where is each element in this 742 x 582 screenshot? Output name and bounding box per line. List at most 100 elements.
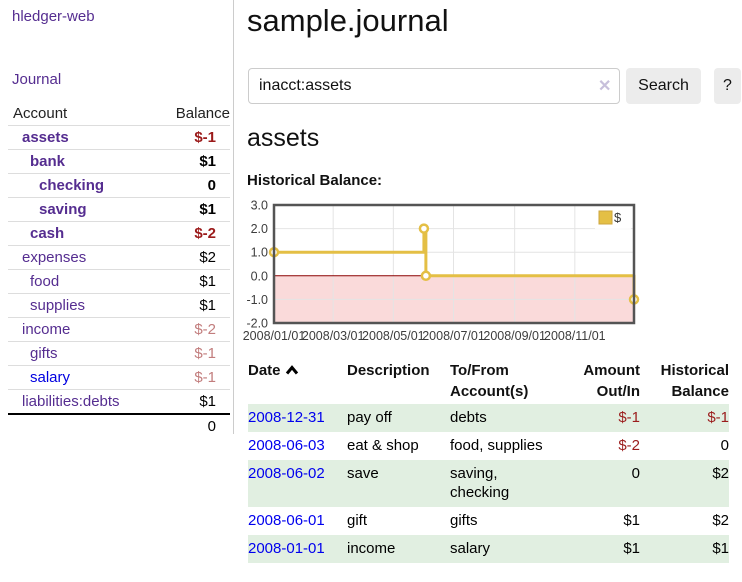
chart-title: Historical Balance: [247, 172, 382, 189]
account-balance: 0 [119, 174, 230, 198]
transaction-balance: 0 [640, 432, 729, 460]
transaction-description: income [347, 535, 450, 563]
register-row: 2008-12-31 pay off debts $-1 $-1 [248, 404, 729, 432]
register-header-row: Date Description To/From Account(s) Amou… [248, 358, 729, 404]
account-balance: $1 [119, 270, 230, 294]
help-button[interactable]: ? [714, 68, 741, 104]
register-row: 2008-01-01 income salary $1 $1 [248, 535, 729, 563]
account-row: liabilities:debts $1 [8, 390, 230, 415]
account-row: assets $-1 [8, 126, 230, 150]
transaction-amount: $1 [560, 507, 640, 535]
account-link[interactable]: saving [39, 201, 87, 218]
account-row: salary $-1 [8, 366, 230, 390]
svg-text:2008/01/01: 2008/01/01 [243, 329, 306, 343]
register-table: Date Description To/From Account(s) Amou… [248, 358, 729, 563]
account-link[interactable]: checking [39, 177, 104, 194]
transaction-date-link[interactable]: 2008-06-02 [248, 465, 325, 482]
column-header-amount: Amount Out/In [560, 358, 640, 404]
account-row: food $1 [8, 270, 230, 294]
transaction-amount: $-1 [560, 404, 640, 432]
account-column-header: Account [8, 102, 119, 126]
svg-text:2008/11/01: 2008/11/01 [544, 329, 606, 343]
account-balance: $-1 [119, 366, 230, 390]
account-link[interactable]: bank [30, 153, 65, 170]
account-row: supplies $1 [8, 294, 230, 318]
account-row: cash $-2 [8, 222, 230, 246]
svg-text:2.0: 2.0 [251, 222, 268, 236]
account-link[interactable]: supplies [30, 297, 85, 314]
account-link[interactable]: gifts [30, 345, 58, 362]
transaction-description: pay off [347, 404, 450, 432]
account-balance: $-1 [119, 342, 230, 366]
transaction-accounts: food, supplies [450, 432, 560, 460]
transaction-balance: $2 [640, 507, 729, 535]
accounts-total-row: 0 [8, 414, 230, 438]
column-header-description: Description [347, 358, 450, 404]
svg-text:$: $ [614, 210, 622, 225]
search-input[interactable] [248, 68, 620, 104]
transaction-amount: 0 [560, 460, 640, 507]
account-balance: $1 [119, 198, 230, 222]
transaction-date-link[interactable]: 2008-12-31 [248, 409, 325, 426]
transaction-accounts: saving, checking [450, 460, 560, 507]
transaction-balance: $-1 [640, 404, 729, 432]
historical-balance-chart: $3.02.01.00.0-1.0-2.02008/01/012008/03/0… [240, 198, 650, 350]
account-row: checking 0 [8, 174, 230, 198]
transaction-date-link[interactable]: 2008-06-01 [248, 512, 325, 529]
account-balance: $1 [119, 294, 230, 318]
account-row: expenses $2 [8, 246, 230, 270]
svg-text:2008/07/01: 2008/07/01 [422, 329, 485, 343]
sidebar-item-journal[interactable]: Journal [12, 71, 61, 88]
account-balance: $1 [119, 150, 230, 174]
svg-text:0.0: 0.0 [251, 269, 268, 283]
transaction-balance: $1 [640, 535, 729, 563]
column-header-tofrom: To/From Account(s) [450, 358, 560, 404]
account-link[interactable]: liabilities:debts [22, 393, 120, 410]
account-row: gifts $-1 [8, 342, 230, 366]
sidebar: hledger-web Journal Account Balance asse… [0, 0, 234, 434]
transaction-balance: $2 [640, 460, 729, 507]
account-balance: $-2 [119, 318, 230, 342]
account-link[interactable]: salary [30, 369, 70, 386]
transaction-description: gift [347, 507, 450, 535]
account-link[interactable]: assets [22, 129, 69, 146]
svg-text:2008/09/01: 2008/09/01 [483, 329, 546, 343]
transaction-accounts: salary [450, 535, 560, 563]
register-row: 2008-06-03 eat & shop food, supplies $-2… [248, 432, 729, 460]
transaction-description: save [347, 460, 450, 507]
clear-search-icon[interactable]: ✕ [598, 76, 611, 96]
svg-text:-1.0: -1.0 [246, 293, 268, 307]
sidebar-accounts-table: Account Balance assets $-1 ban [8, 102, 230, 438]
account-heading: assets [247, 124, 319, 153]
sort-ascending-icon [285, 365, 299, 375]
svg-text:2008/05/01: 2008/05/01 [362, 329, 425, 343]
svg-text:2008/03/01: 2008/03/01 [302, 329, 365, 343]
transaction-date-link[interactable]: 2008-01-01 [248, 540, 325, 557]
transaction-date-link[interactable]: 2008-06-03 [248, 437, 325, 454]
brand-link[interactable]: hledger-web [12, 8, 95, 25]
balance-column-header: Balance [119, 102, 230, 126]
transaction-accounts: gifts [450, 507, 560, 535]
account-link[interactable]: food [30, 273, 59, 290]
transaction-description: eat & shop [347, 432, 450, 460]
account-link[interactable]: expenses [22, 249, 86, 266]
register-row: 2008-06-02 save saving, checking 0 $2 [248, 460, 729, 507]
hledger-web-app: hledger-web Journal Account Balance asse… [0, 0, 742, 582]
account-balance: $1 [119, 390, 230, 415]
account-balance: $-1 [119, 126, 230, 150]
transaction-amount: $-2 [560, 432, 640, 460]
account-row: income $-2 [8, 318, 230, 342]
svg-text:3.0: 3.0 [251, 199, 268, 213]
transaction-amount: $1 [560, 535, 640, 563]
svg-text:1.0: 1.0 [251, 246, 268, 260]
account-balance: $2 [119, 246, 230, 270]
column-header-date[interactable]: Date [248, 358, 347, 404]
page-title: sample.journal [247, 3, 449, 39]
account-row: saving $1 [8, 198, 230, 222]
account-balance: $-2 [119, 222, 230, 246]
account-link[interactable]: cash [30, 225, 64, 242]
account-link[interactable]: income [22, 321, 70, 338]
account-row: bank $1 [8, 150, 230, 174]
accounts-total-balance: 0 [119, 414, 230, 438]
search-button[interactable]: Search [626, 68, 701, 104]
